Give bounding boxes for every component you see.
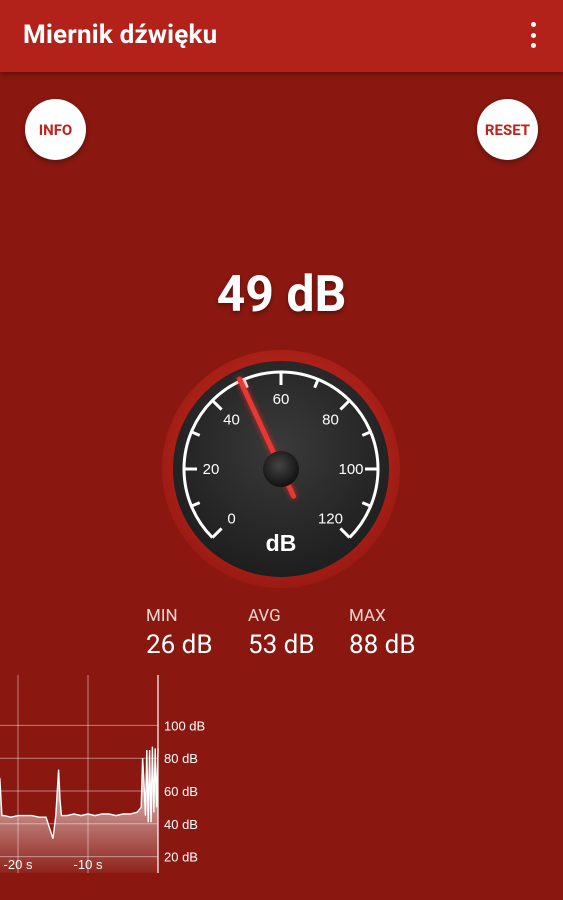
history-graph: 100 dB 80 dB 60 dB 40 dB 20 dB -20 s -10 s	[0, 675, 205, 873]
info-button[interactable]: INFO	[25, 99, 86, 160]
current-db-reading: 49 dB	[216, 266, 347, 324]
gauge-scale-label: 20	[203, 461, 220, 478]
graph-y-label: 60 dB	[164, 784, 198, 799]
gauge-scale-label: 100	[338, 461, 363, 478]
gauge-scale-label: 80	[322, 412, 339, 429]
min-label: MIN	[146, 606, 178, 626]
avg-stat: AVG 53 dB	[248, 606, 315, 660]
graph-y-labels: 100 dB 80 dB 60 dB 40 dB 20 dB	[164, 718, 205, 864]
graph-y-label: 20 dB	[164, 850, 198, 865]
graph-x-label: -10 s	[74, 857, 103, 872]
graph-y-label: 100 dB	[164, 718, 205, 733]
min-stat: MIN 26 dB	[146, 606, 213, 660]
reset-button[interactable]: RESET	[477, 99, 538, 160]
avg-label: AVG	[248, 606, 281, 626]
gauge-scale-label: 40	[223, 412, 240, 429]
gauge-unit-label: dB	[266, 530, 297, 556]
avg-value: 53 dB	[248, 630, 315, 660]
graph-x-label: -20 s	[4, 857, 33, 872]
more-vert-icon[interactable]	[521, 22, 545, 48]
app-bar: Miernik dźwięku	[0, 0, 563, 72]
gauge-scale-label: 0	[227, 510, 235, 527]
max-value: 88 dB	[349, 630, 416, 660]
graph-y-label: 80 dB	[164, 751, 198, 766]
app-title: Miernik dźwięku	[23, 20, 218, 50]
max-stat: MAX 88 dB	[349, 606, 416, 660]
gauge-hub	[263, 451, 299, 487]
gauge-scale-label: 60	[273, 391, 290, 408]
max-label: MAX	[349, 606, 386, 626]
db-gauge: 0 20 40 60 80 100 120 dB	[162, 350, 400, 588]
gauge-scale-label: 120	[318, 510, 343, 527]
graph-y-label: 40 dB	[164, 817, 198, 832]
history-area	[0, 746, 158, 873]
min-value: 26 dB	[146, 630, 213, 660]
